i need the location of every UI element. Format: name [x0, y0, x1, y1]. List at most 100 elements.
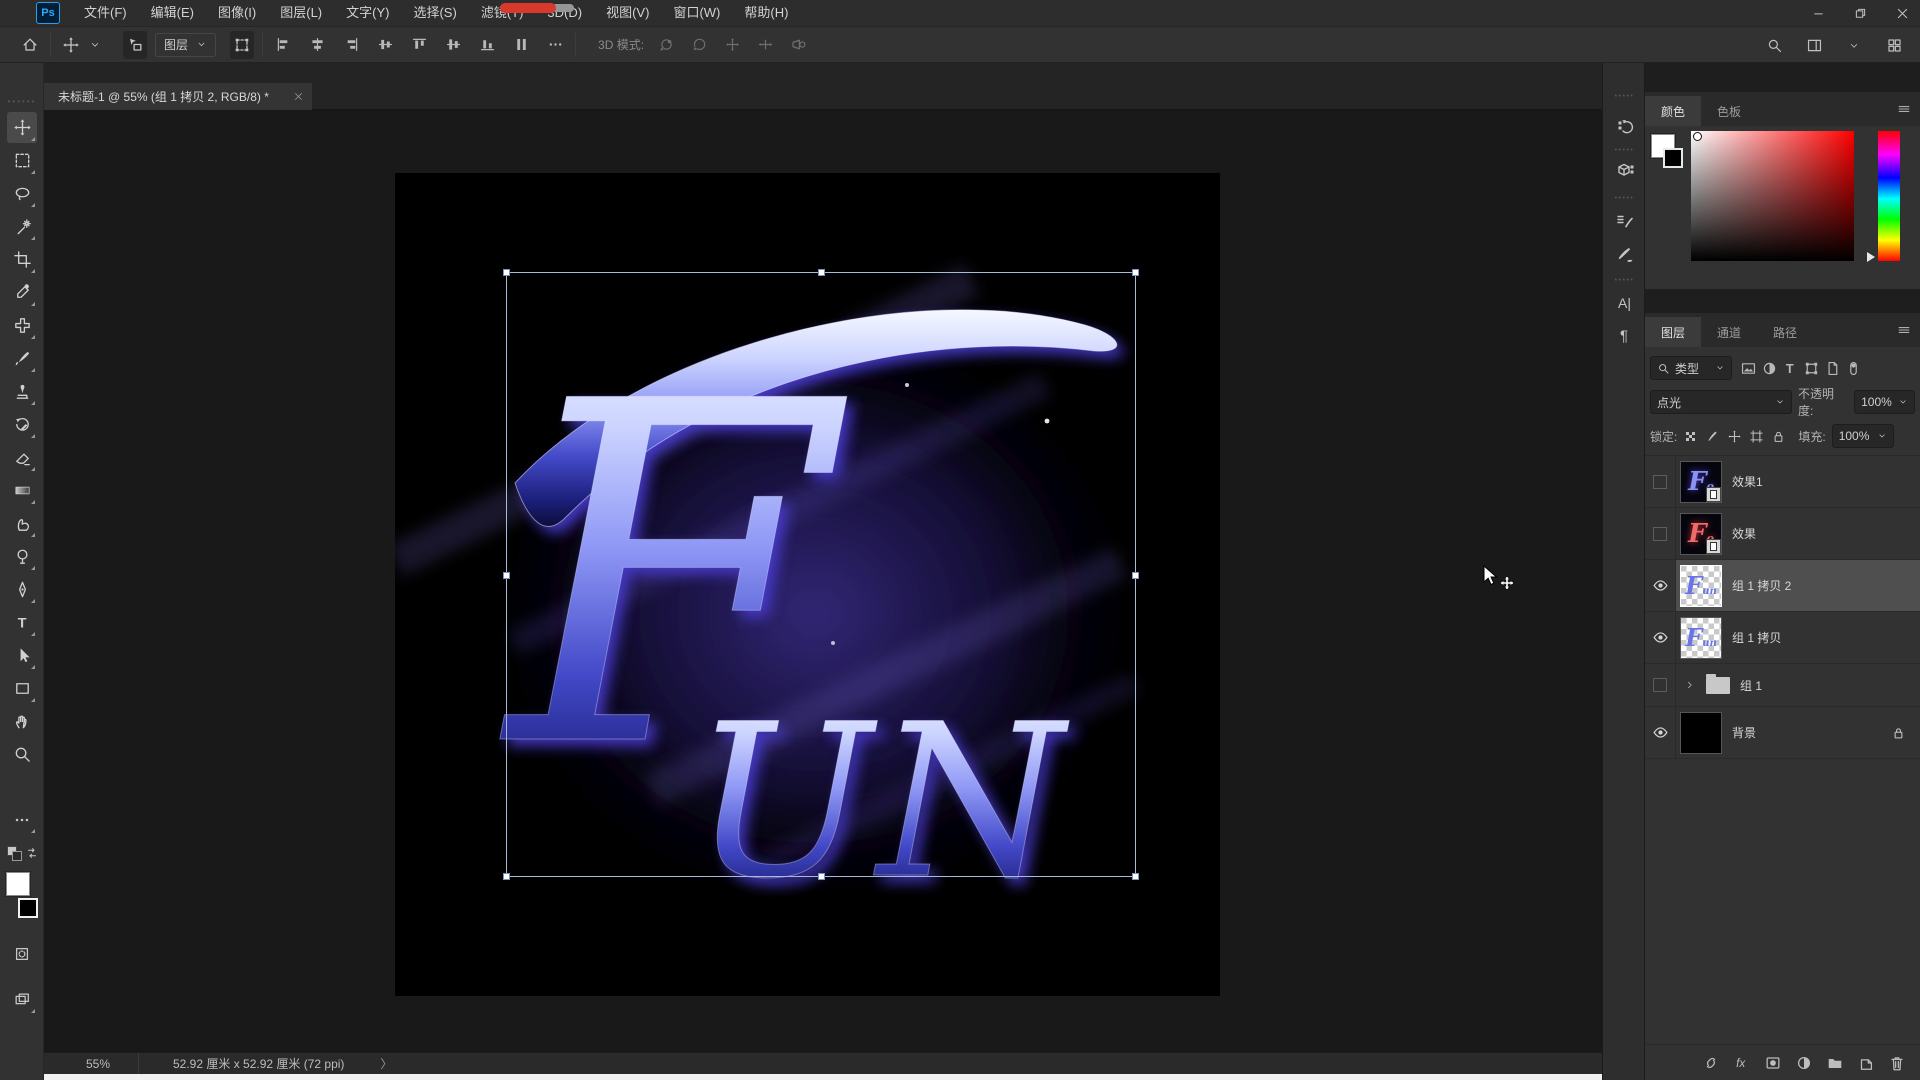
chevron-down-icon[interactable]	[83, 31, 107, 59]
layer-row[interactable]: 背景	[1645, 707, 1920, 759]
tool-hand[interactable]	[7, 706, 37, 737]
layer-filter-type-dropdown[interactable]: 类型	[1650, 356, 1732, 380]
visibility-toggle[interactable]	[1645, 560, 1676, 611]
background-color-swatch[interactable]	[18, 898, 38, 918]
status-chevron-icon[interactable]: 〉	[380, 1055, 392, 1072]
layer-row[interactable]: Fun组 1 拷贝 2	[1645, 560, 1920, 612]
lock-brush-s-icon[interactable]	[1705, 429, 1720, 444]
opacity-dropdown[interactable]: 100%	[1854, 390, 1915, 414]
transform-bounding-box[interactable]	[506, 272, 1136, 877]
lock-checker-icon[interactable]	[1683, 429, 1698, 444]
toolbar-grip[interactable]: ••••••	[0, 97, 44, 106]
layer-row-body[interactable]: 组 1	[1676, 664, 1920, 706]
lock-move-s-icon[interactable]	[1727, 429, 1742, 444]
transform-handle-e[interactable]	[1132, 572, 1139, 579]
layers-tab-2[interactable]: 路径	[1757, 317, 1813, 347]
tool-dodge[interactable]	[7, 541, 37, 572]
align-middle-icon[interactable]	[373, 31, 397, 59]
group-chevron-icon[interactable]	[1684, 679, 1696, 691]
chevron-down-icon[interactable]	[1842, 32, 1866, 60]
tool-type[interactable]: T	[7, 607, 37, 638]
visibility-toggle[interactable]	[1645, 664, 1676, 706]
canvas-area[interactable]: F UN F UN	[44, 110, 1602, 1052]
tool-pen[interactable]	[7, 574, 37, 605]
layer-thumbnail[interactable]: Fun	[1680, 565, 1722, 607]
visibility-toggle[interactable]	[1645, 508, 1676, 559]
tool-history-brush[interactable]	[7, 409, 37, 440]
panel-menu-icon[interactable]	[1896, 322, 1912, 338]
brush-settings-icon[interactable]	[1610, 206, 1640, 236]
layer-row-body[interactable]: Fun组 1 拷贝	[1676, 612, 1920, 663]
tool-brush[interactable]	[7, 343, 37, 374]
layer-thumbnail[interactable]: Fun	[1680, 617, 1722, 659]
toggle-icon[interactable]	[1845, 360, 1862, 377]
mask-icon[interactable]	[1764, 1054, 1782, 1072]
shape-f-icon[interactable]	[1803, 360, 1820, 377]
type-f-icon[interactable]: T	[1782, 360, 1799, 377]
document-tab[interactable]: 未标题-1 @ 55% (组 1 拷贝 2, RGB/8) *	[44, 83, 312, 110]
smart-f-icon[interactable]	[1824, 360, 1841, 377]
visibility-toggle[interactable]	[1645, 707, 1676, 758]
color-tab-1[interactable]: 色板	[1701, 96, 1757, 126]
screen-mode-icon[interactable]	[7, 984, 37, 1015]
transform-handle-w[interactable]	[503, 572, 510, 579]
visibility-toggle[interactable]	[1645, 456, 1676, 507]
default-swap-colors[interactable]	[5, 844, 39, 862]
saturation-brightness-field[interactable]	[1691, 131, 1854, 261]
align-top-icon[interactable]	[407, 31, 431, 59]
layer-row[interactable]: Fo效果1	[1645, 456, 1920, 508]
menu-item-window[interactable]: 窗口(W)	[663, 0, 730, 26]
new-layer-icon[interactable]	[1857, 1054, 1875, 1072]
hue-slider-pointer[interactable]	[1867, 252, 1875, 262]
home-icon[interactable]	[18, 31, 42, 59]
layer-thumbnail[interactable]	[1680, 712, 1722, 754]
tool-eyedropper[interactable]	[7, 277, 37, 308]
menu-item-image[interactable]: 图像(I)	[208, 0, 266, 26]
tool-path-select[interactable]	[7, 640, 37, 671]
tool-crop[interactable]	[7, 244, 37, 275]
close-button[interactable]	[1892, 3, 1912, 23]
cube-3d-icon[interactable]	[1610, 156, 1640, 186]
trash-icon[interactable]	[1888, 1054, 1906, 1072]
tool-lasso[interactable]	[7, 178, 37, 209]
layer-thumbnail[interactable]: Fo	[1680, 513, 1722, 555]
workspace-grid-icon[interactable]	[1882, 32, 1906, 60]
char-panel-icon[interactable]: A|	[1610, 288, 1640, 318]
layer-row-body[interactable]: 背景	[1676, 707, 1920, 758]
document-canvas[interactable]: F UN F UN	[395, 173, 1220, 996]
color-picker-ring[interactable]	[1693, 132, 1702, 141]
transform-handle-se[interactable]	[1132, 873, 1139, 880]
align-left-icon[interactable]	[271, 31, 295, 59]
tool-zoom[interactable]	[7, 739, 37, 770]
transform-handle-n[interactable]	[818, 269, 825, 276]
foreground-color-swatch[interactable]	[6, 872, 30, 896]
hue-slider[interactable]	[1878, 131, 1900, 261]
close-icon[interactable]	[293, 91, 304, 102]
visibility-toggle[interactable]	[1645, 612, 1676, 663]
quick-mask-icon[interactable]	[7, 938, 37, 969]
tool-smudge[interactable]	[7, 508, 37, 539]
tool-rectangle[interactable]	[7, 673, 37, 704]
link-icon[interactable]	[1702, 1054, 1720, 1072]
tool-healing-brush[interactable]	[7, 310, 37, 341]
transform-handle-nw[interactable]	[503, 269, 510, 276]
align-bottom-icon[interactable]	[475, 31, 499, 59]
menu-item-layer[interactable]: 图层(L)	[270, 0, 332, 26]
auto-select-target-dropdown[interactable]: 图层	[155, 33, 216, 57]
layer-row-body[interactable]: Fo效果	[1676, 508, 1920, 559]
panel-menu-icon[interactable]	[1896, 101, 1912, 117]
move-tool-icon[interactable]	[59, 31, 83, 59]
align-right-icon[interactable]	[339, 31, 363, 59]
history-panel-icon[interactable]	[1610, 112, 1640, 142]
layer-thumbnail[interactable]: Fo	[1680, 461, 1722, 503]
align-center-v-icon[interactable]	[441, 31, 465, 59]
tool-gradient[interactable]	[7, 475, 37, 506]
transform-handle-ne[interactable]	[1132, 269, 1139, 276]
image-f-icon[interactable]	[1740, 360, 1757, 377]
layout-panel-icon[interactable]	[1802, 32, 1826, 60]
search-icon[interactable]	[1762, 32, 1786, 60]
adjust-c-icon[interactable]	[1795, 1054, 1813, 1072]
menu-item-view[interactable]: 视图(V)	[596, 0, 659, 26]
blend-mode-dropdown[interactable]: 点光	[1650, 390, 1792, 414]
para-panel-icon[interactable]: ¶	[1610, 320, 1640, 350]
